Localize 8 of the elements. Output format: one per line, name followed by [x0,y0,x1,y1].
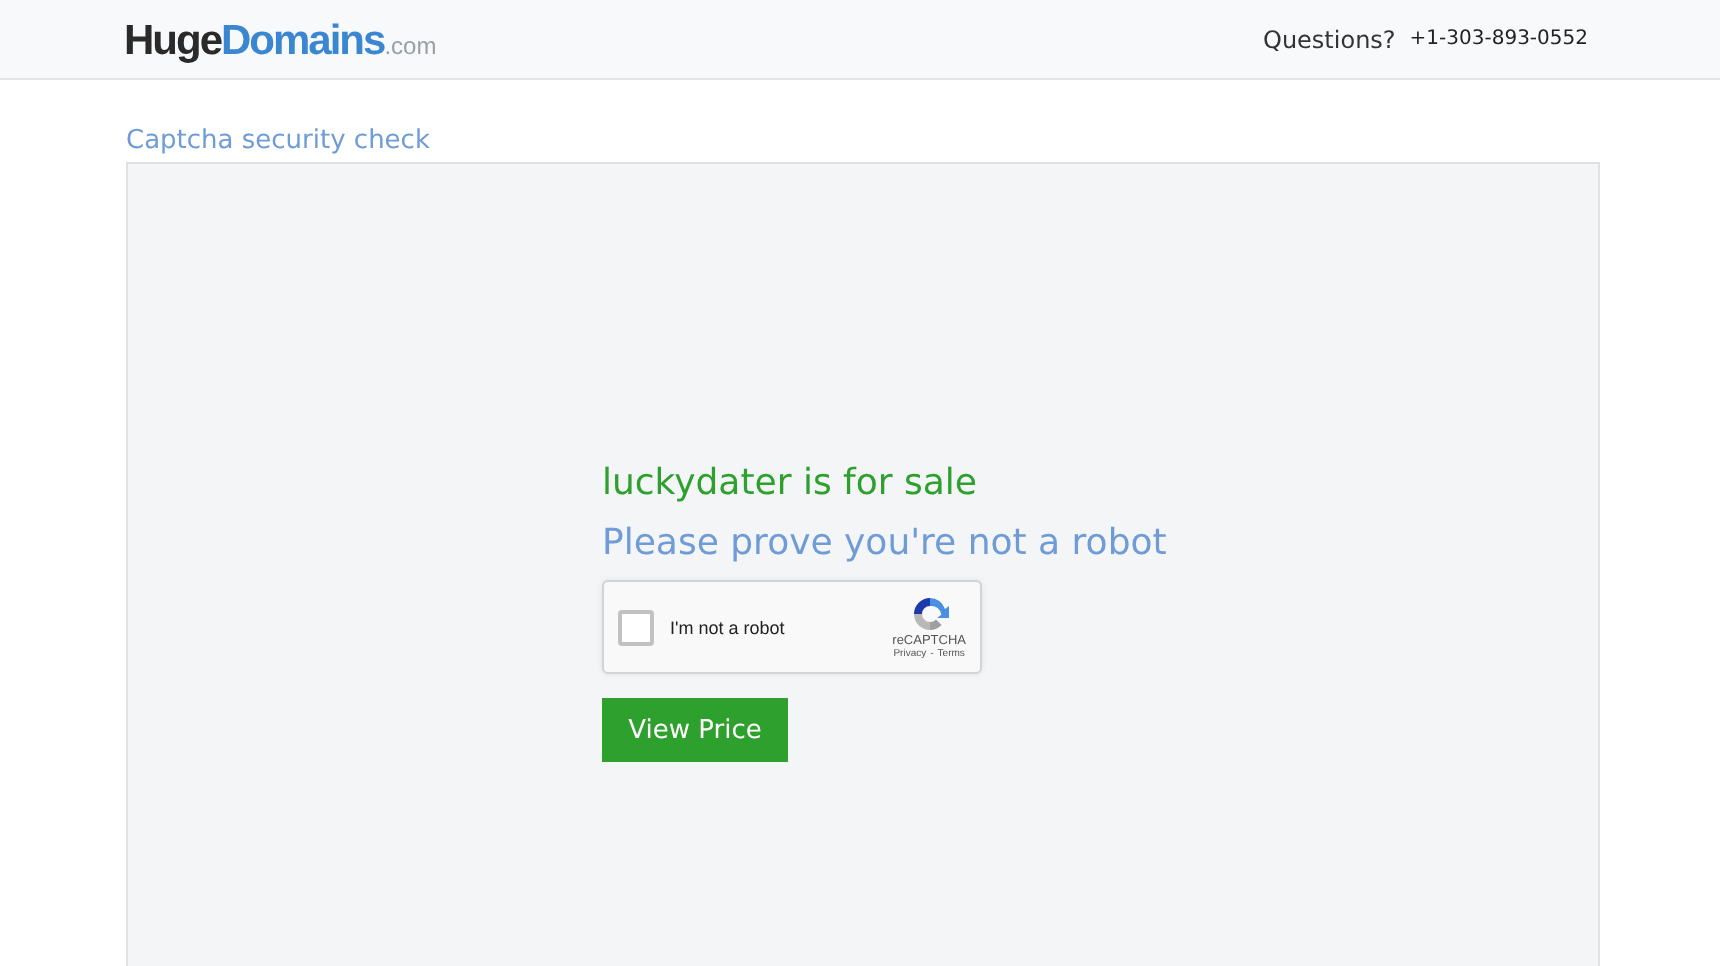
logo[interactable]: HugeDomains.com [124,17,437,65]
checkbox[interactable] [618,609,654,645]
questions-label: Questions? [1263,25,1396,53]
recaptcha-icon [909,594,950,634]
robot-prompt: Please prove you're not a robot [602,522,1169,564]
sale-heading: luckydater is for sale [602,462,980,504]
phone-number[interactable]: +1-303-893-0552 [1409,28,1588,50]
checkbox-label: I'm not a robot [670,617,787,637]
